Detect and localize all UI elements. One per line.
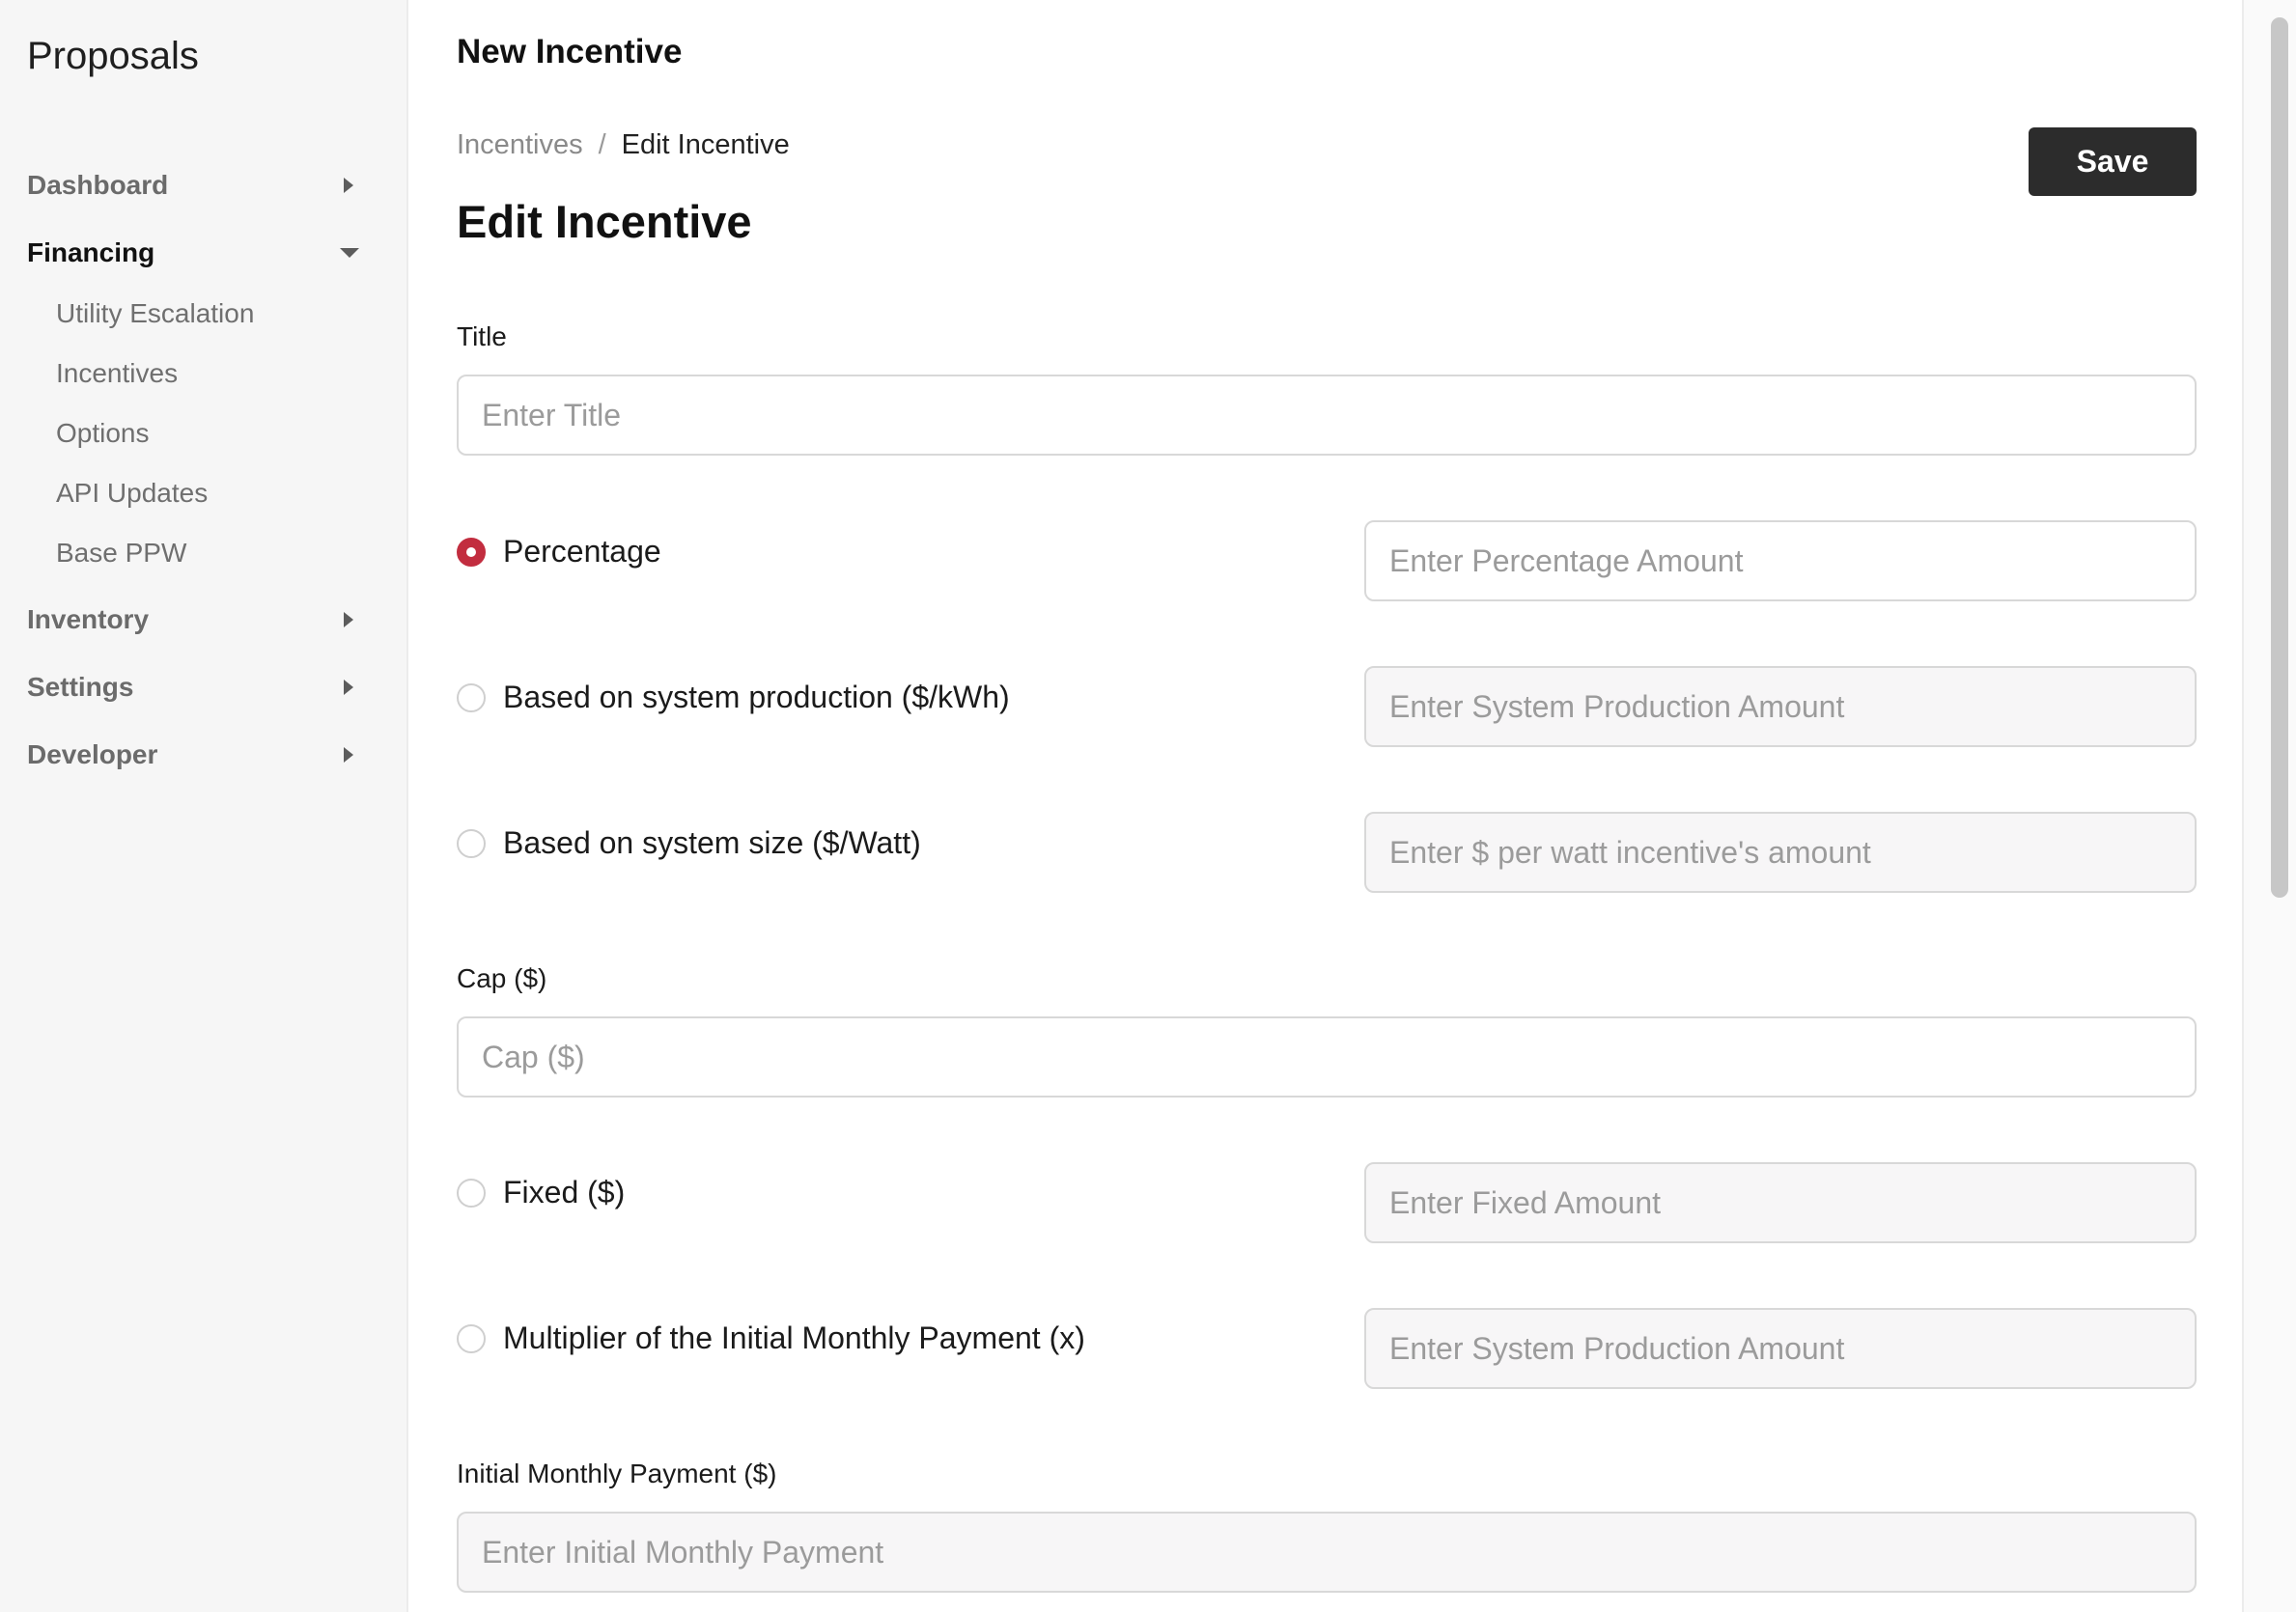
system-size-radio[interactable] — [457, 828, 486, 858]
save-button[interactable]: Save — [2029, 127, 2197, 196]
sidebar-item-label: Dashboard — [27, 170, 169, 200]
sidebar-item-label: Settings — [27, 672, 134, 702]
sidebar-item-label: Financing — [27, 237, 155, 267]
per-watt-amount-input[interactable] — [1364, 812, 2197, 893]
breadcrumb: Incentives / Edit Incentive — [457, 129, 790, 161]
multiplier-label: Multiplier of the Initial Monthly Paymen… — [503, 1320, 1085, 1355]
sidebar-subitem-utility-escalation[interactable]: Utility Escalation — [56, 292, 254, 335]
breadcrumb-separator: / — [598, 129, 606, 160]
cap-input[interactable] — [457, 1016, 2197, 1098]
chevron-right-icon — [344, 680, 353, 695]
system-production-label: Based on system production ($/kWh) — [503, 680, 1010, 714]
system-size-radio-option[interactable]: Based on system size ($/Watt) — [457, 825, 921, 861]
system-production-amount-input[interactable] — [1364, 666, 2197, 747]
multiplier-amount-input[interactable] — [1364, 1308, 2197, 1389]
fixed-label: Fixed ($) — [503, 1175, 626, 1209]
percentage-amount-input[interactable] — [1364, 520, 2197, 601]
sidebar-item-dashboard[interactable]: Dashboard — [27, 161, 367, 209]
sidebar-subitem-incentives[interactable]: Incentives — [56, 352, 178, 395]
breadcrumb-incentives-link[interactable]: Incentives — [457, 129, 583, 161]
initial-monthly-payment-input[interactable] — [457, 1512, 2197, 1593]
percentage-label: Percentage — [503, 534, 661, 569]
multiplier-radio-option[interactable]: Multiplier of the Initial Monthly Paymen… — [457, 1320, 1085, 1356]
sidebar-subitem-base-ppw[interactable]: Base PPW — [56, 532, 186, 574]
sidebar-item-inventory[interactable]: Inventory — [27, 596, 367, 644]
sidebar-item-developer[interactable]: Developer — [27, 731, 367, 779]
percentage-radio[interactable] — [457, 537, 486, 567]
initial-monthly-payment-label: Initial Monthly Payment ($) — [457, 1459, 777, 1488]
title-label: Title — [457, 321, 507, 351]
chevron-right-icon — [344, 178, 353, 193]
percentage-radio-option[interactable]: Percentage — [457, 534, 661, 570]
system-production-radio[interactable] — [457, 682, 486, 712]
fixed-radio[interactable] — [457, 1178, 486, 1208]
sidebar-item-financing[interactable]: Financing — [27, 229, 367, 277]
fixed-radio-option[interactable]: Fixed ($) — [457, 1175, 625, 1210]
system-size-label: Based on system size ($/Watt) — [503, 825, 921, 860]
multiplier-radio[interactable] — [457, 1323, 486, 1353]
brand-title: Proposals — [27, 35, 199, 77]
sidebar-item-label: Developer — [27, 739, 158, 769]
scrollbar-thumb[interactable] — [2271, 17, 2288, 898]
chevron-right-icon — [344, 612, 353, 627]
sidebar-item-settings[interactable]: Settings — [27, 663, 367, 711]
main-content: New Incentive Incentives / Edit Incentiv… — [410, 0, 2245, 1612]
sidebar-item-label: Inventory — [27, 604, 150, 634]
system-production-radio-option[interactable]: Based on system production ($/kWh) — [457, 680, 1010, 715]
sidebar: Proposals Dashboard Financing Utility Es… — [0, 0, 408, 1612]
chevron-down-icon — [340, 248, 359, 258]
app-window: Proposals Dashboard Financing Utility Es… — [0, 0, 2296, 1612]
title-input[interactable] — [457, 375, 2197, 456]
breadcrumb-current: Edit Incentive — [621, 129, 790, 160]
cap-label: Cap ($) — [457, 963, 547, 993]
chevron-right-icon — [344, 747, 353, 763]
fixed-amount-input[interactable] — [1364, 1162, 2197, 1243]
sidebar-subitem-api-updates[interactable]: API Updates — [56, 472, 208, 514]
page-title: Edit Incentive — [457, 196, 752, 247]
app-title: New Incentive — [457, 33, 683, 70]
sidebar-subitem-options[interactable]: Options — [56, 412, 150, 455]
